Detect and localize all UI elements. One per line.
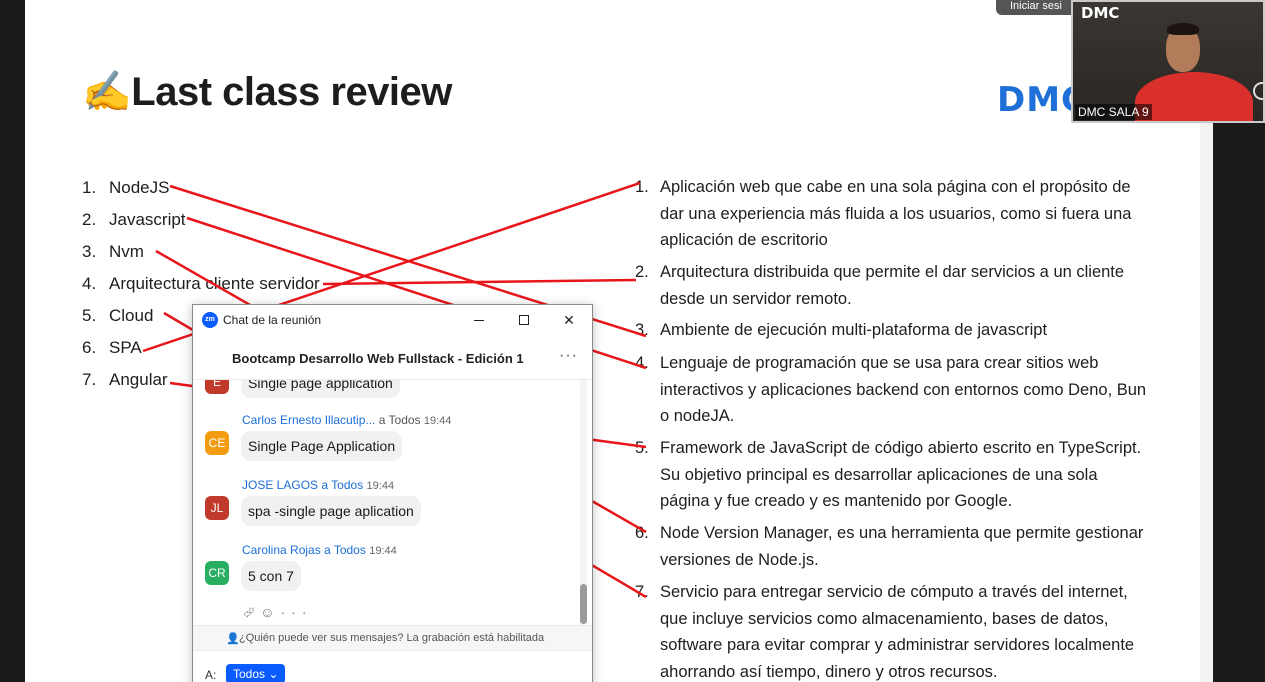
chat-messages: E Single page application Carlos Ernesto…	[193, 380, 592, 625]
video-logo: DMC	[1081, 4, 1120, 22]
chevron-down-icon: ⌄	[268, 667, 279, 681]
definition-item: 2. Arquitectura distribuida que permite e…	[635, 263, 1125, 308]
maximize-button[interactable]	[513, 310, 535, 330]
avatar: CE	[205, 431, 229, 455]
definition-item: 1. Aplicación web que cabe en una sola pá…	[635, 178, 1132, 249]
concept-item: 5. Cloud	[82, 306, 154, 325]
meeting-name: Bootcamp Desarrollo Web Fullstack - Edic…	[232, 351, 524, 366]
minimize-button[interactable]	[468, 310, 490, 330]
concept-item: 1. NodeJS	[82, 178, 170, 197]
slide-scroll-edge	[1200, 120, 1213, 682]
message-bubble: Single Page Application	[241, 431, 403, 461]
recipient-dropdown[interactable]: Todos ⌄	[226, 664, 286, 682]
message-meta: Carolina Rojas a Todos 19:44	[242, 543, 397, 557]
more-icon[interactable]: ···	[281, 604, 313, 620]
emoji-icon[interactable]: ☺	[260, 604, 280, 620]
sender-name[interactable]: Carlos Ernesto Illacutip...	[242, 413, 375, 427]
participant-hair	[1167, 23, 1199, 35]
participant-name-label: DMC SALA 9	[1075, 104, 1152, 120]
slide-title: ✍️Last class review	[82, 70, 452, 114]
message-meta: JOSE LAGOS a Todos 19:44	[242, 478, 395, 492]
chat-window-title: Chat de la reunión	[223, 313, 322, 327]
message-meta: Carlos Ernesto Illacutip... a Todos 19:4…	[242, 413, 452, 427]
definition-item: 4. Lenguaje de programación que se usa pa…	[635, 354, 1147, 425]
person-lock-icon: 👤	[226, 633, 240, 645]
participant-figure	[1135, 72, 1253, 121]
privacy-note[interactable]: 👤 ¿Quién puede ver sus mensajes? La grab…	[193, 625, 592, 651]
sender-name[interactable]: Carolina Rojas	[242, 543, 321, 557]
close-icon: ✕	[563, 312, 575, 328]
concept-item: 6. SPA	[82, 338, 142, 357]
chat-header: Bootcamp Desarrollo Web Fullstack - Edic…	[193, 336, 592, 380]
avatar: CR	[205, 561, 229, 585]
concept-item: 4. Arquitectura cliente servidor	[82, 274, 320, 293]
participant-video[interactable]: DMC DMC SALA 9	[1071, 0, 1265, 123]
message-bubble: 5 con 7	[241, 561, 301, 591]
concept-item: 3. Nvm	[82, 242, 144, 261]
message-bubble: spa -single page aplication	[241, 496, 421, 526]
chat-scroll-thumb[interactable]	[580, 584, 587, 624]
more-options-icon[interactable]: ···	[559, 347, 578, 365]
minimize-icon	[474, 320, 484, 321]
sender-name[interactable]: JOSE LAGOS	[242, 478, 318, 492]
reply-icon[interactable]: ⮰	[243, 604, 260, 620]
definition-item: 5. Framework de JavaScript de código abie…	[635, 439, 1142, 510]
maximize-icon	[519, 315, 529, 325]
recipient-label: A:	[205, 668, 217, 682]
zoom-icon: zm	[202, 312, 218, 328]
close-button[interactable]: ✕	[558, 310, 580, 330]
definition-item: 3. Ambiente de ejecución multi-plataforma…	[635, 321, 1048, 339]
chat-window: zm Chat de la reunión ✕ Bootcamp Desarro…	[192, 304, 593, 682]
message-actions: ⮰☺···	[243, 604, 313, 621]
message-bubble: Single page application	[241, 380, 400, 398]
chat-titlebar[interactable]: zm Chat de la reunión ✕	[193, 305, 592, 336]
avatar: JL	[205, 496, 229, 520]
avatar: E	[205, 380, 229, 394]
video-control-icon[interactable]	[1253, 82, 1263, 100]
concept-item: 7. Angular	[82, 370, 168, 389]
definition-item: 7. Servicio para entregar servicio de cóm…	[635, 583, 1135, 681]
definition-item: 6. Node Version Manager, es una herramien…	[635, 524, 1144, 569]
concept-item: 2. Javascript	[82, 210, 186, 229]
